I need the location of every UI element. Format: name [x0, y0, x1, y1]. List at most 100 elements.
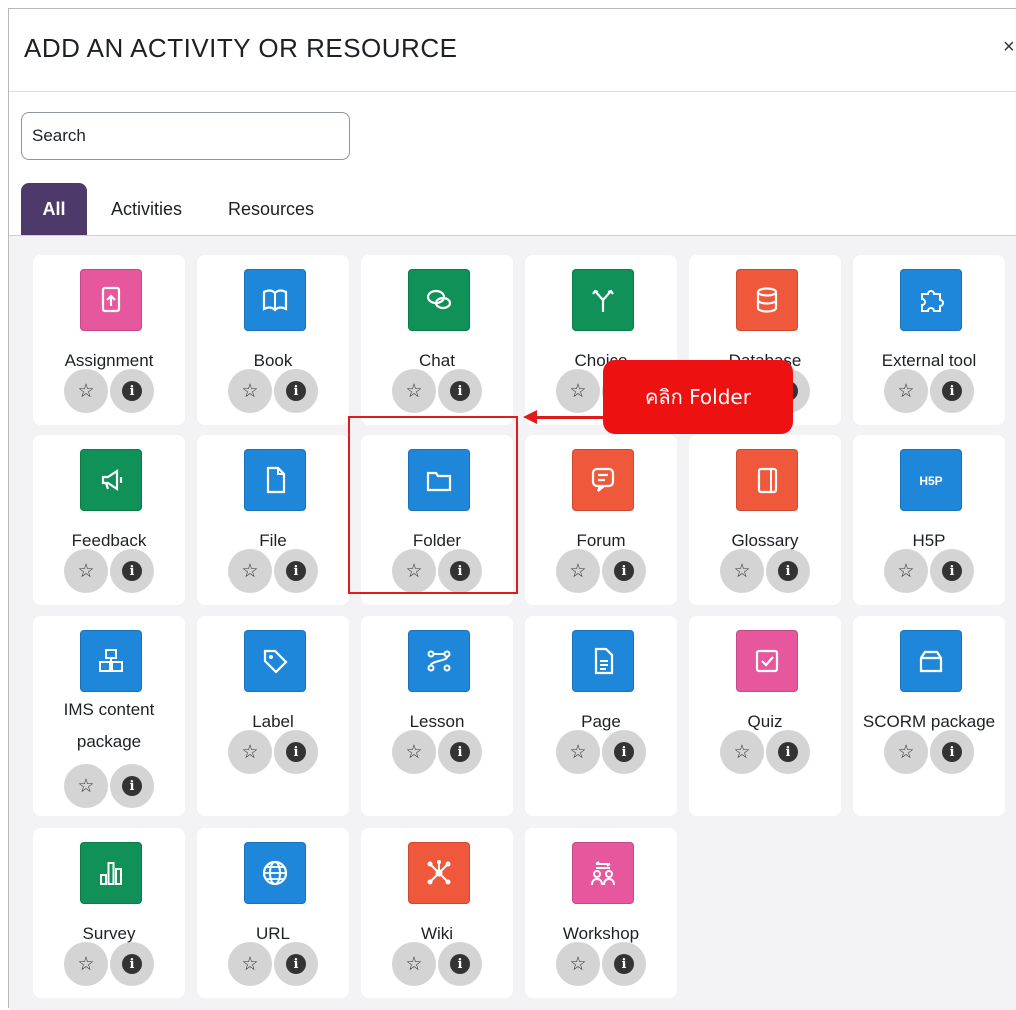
star-button[interactable]: ☆	[884, 730, 928, 774]
globe-icon	[244, 842, 306, 904]
star-button[interactable]: ☆	[556, 942, 600, 986]
survey-icon	[80, 842, 142, 904]
puzzle-icon	[900, 269, 962, 331]
module-actions: ☆i	[228, 369, 320, 413]
module-actions: ☆i	[884, 549, 976, 593]
star-button[interactable]: ☆	[720, 549, 764, 593]
star-icon: ☆	[241, 380, 259, 402]
module-card-book[interactable]: Book ☆ i	[197, 255, 349, 425]
tab-resources[interactable]: Resources	[228, 183, 314, 235]
star-button[interactable]: ☆	[392, 730, 436, 774]
module-card-assignment[interactable]: Assignment ☆ i	[33, 255, 185, 425]
folder-icon	[408, 449, 470, 511]
h5p-icon: H5P	[900, 449, 962, 511]
info-icon: i	[614, 742, 634, 762]
info-button[interactable]: i	[438, 549, 482, 593]
module-card-url[interactable]: URL ☆ i	[197, 828, 349, 998]
star-button[interactable]: ☆	[392, 369, 436, 413]
star-button[interactable]: ☆	[64, 764, 108, 808]
info-icon: i	[450, 561, 470, 581]
module-card-workshop[interactable]: Workshop ☆ i	[525, 828, 677, 998]
info-button[interactable]: i	[602, 549, 646, 593]
star-button[interactable]: ☆	[64, 549, 108, 593]
star-icon: ☆	[569, 380, 587, 402]
info-button[interactable]: i	[766, 549, 810, 593]
info-button[interactable]: i	[602, 942, 646, 986]
star-button[interactable]: ☆	[64, 369, 108, 413]
close-icon[interactable]: ×	[1003, 37, 1015, 57]
module-card-survey[interactable]: Survey ☆ i	[33, 828, 185, 998]
module-card-ims-content-package[interactable]: IMS content package ☆ i	[33, 616, 185, 816]
star-button[interactable]: ☆	[392, 942, 436, 986]
module-card-wiki[interactable]: Wiki ☆ i	[361, 828, 513, 998]
info-button[interactable]: i	[930, 369, 974, 413]
info-icon: i	[122, 776, 142, 796]
module-grid: Assignment☆iBook☆iChat☆iChoice☆iDatabase…	[9, 235, 1016, 1010]
star-button[interactable]: ☆	[228, 369, 272, 413]
module-actions: ☆i	[392, 549, 484, 593]
module-card-glossary[interactable]: Glossary ☆ i	[689, 435, 841, 605]
info-button[interactable]: i	[602, 730, 646, 774]
tab-all[interactable]: All	[21, 183, 87, 235]
info-icon: i	[778, 561, 798, 581]
module-card-forum[interactable]: Forum ☆ i	[525, 435, 677, 605]
info-button[interactable]: i	[274, 549, 318, 593]
info-button[interactable]: i	[274, 369, 318, 413]
info-button[interactable]: i	[110, 764, 154, 808]
module-card-file[interactable]: File ☆ i	[197, 435, 349, 605]
module-actions: ☆i	[64, 369, 156, 413]
module-card-label[interactable]: Label ☆ i	[197, 616, 349, 816]
star-button[interactable]: ☆	[884, 369, 928, 413]
module-card-page[interactable]: Page ☆ i	[525, 616, 677, 816]
star-button[interactable]: ☆	[64, 942, 108, 986]
tag-icon	[244, 630, 306, 692]
wiki-icon	[408, 842, 470, 904]
tab-activities[interactable]: Activities	[111, 183, 182, 235]
star-icon: ☆	[897, 560, 915, 582]
module-card-h5p[interactable]: H5P H5P ☆ i	[853, 435, 1005, 605]
module-label: IMS content	[63, 700, 155, 719]
module-card-folder[interactable]: Folder ☆ i	[361, 435, 513, 605]
book-icon	[244, 269, 306, 331]
info-button[interactable]: i	[110, 942, 154, 986]
info-button[interactable]: i	[274, 730, 318, 774]
star-button[interactable]: ☆	[720, 730, 764, 774]
info-button[interactable]: i	[438, 942, 482, 986]
star-button[interactable]: ☆	[556, 369, 600, 413]
module-actions: ☆i	[884, 369, 976, 413]
star-button[interactable]: ☆	[228, 942, 272, 986]
info-button[interactable]: i	[766, 730, 810, 774]
module-actions: ☆i	[228, 549, 320, 593]
module-card-lesson[interactable]: Lesson ☆ i	[361, 616, 513, 816]
star-button[interactable]: ☆	[556, 730, 600, 774]
star-icon: ☆	[897, 380, 915, 402]
star-button[interactable]: ☆	[556, 549, 600, 593]
module-card-scorm-package[interactable]: SCORM package ☆ i	[853, 616, 1005, 816]
info-button[interactable]: i	[274, 942, 318, 986]
glossary-icon	[736, 449, 798, 511]
info-button[interactable]: i	[930, 730, 974, 774]
info-button[interactable]: i	[930, 549, 974, 593]
info-icon: i	[450, 954, 470, 974]
star-icon: ☆	[241, 560, 259, 582]
info-button[interactable]: i	[110, 369, 154, 413]
modal-title: ADD AN ACTIVITY OR RESOURCE	[24, 33, 458, 63]
info-button[interactable]: i	[438, 369, 482, 413]
info-button[interactable]: i	[110, 549, 154, 593]
module-actions: ☆i	[228, 942, 320, 986]
module-card-external-tool[interactable]: External tool ☆ i	[853, 255, 1005, 425]
search-input[interactable]	[21, 112, 350, 160]
module-card-feedback[interactable]: Feedback ☆ i	[33, 435, 185, 605]
info-button[interactable]: i	[438, 730, 482, 774]
module-card-chat[interactable]: Chat ☆ i	[361, 255, 513, 425]
star-button[interactable]: ☆	[228, 730, 272, 774]
module-card-quiz[interactable]: Quiz ☆ i	[689, 616, 841, 816]
module-actions: ☆i	[884, 730, 976, 774]
star-button[interactable]: ☆	[392, 549, 436, 593]
star-icon: ☆	[77, 380, 95, 402]
modal-header: ADD AN ACTIVITY OR RESOURCE ×	[9, 9, 1016, 92]
star-button[interactable]: ☆	[228, 549, 272, 593]
star-button[interactable]: ☆	[884, 549, 928, 593]
info-icon: i	[450, 742, 470, 762]
ims-package-icon	[80, 630, 142, 692]
